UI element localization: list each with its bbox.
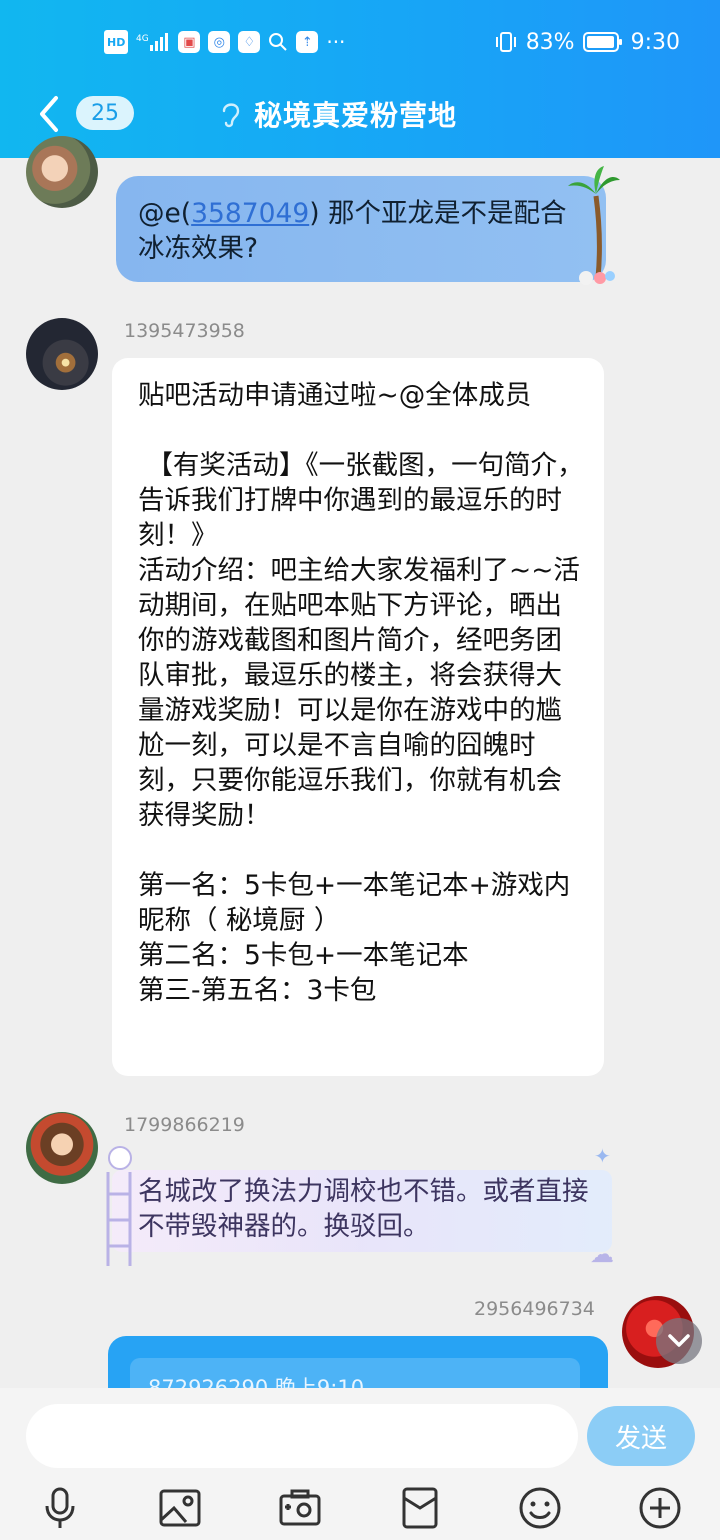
red-packet-icon — [402, 1487, 438, 1529]
sender-id: 1395473958 — [124, 320, 245, 342]
cloud-decoration-icon: ☁ — [590, 1240, 614, 1268]
image-button[interactable] — [156, 1484, 204, 1532]
message-input[interactable] — [26, 1404, 578, 1468]
microphone-icon — [45, 1487, 75, 1528]
camera-button[interactable] — [276, 1484, 324, 1532]
sender-id: 2956496734 — [474, 1298, 595, 1320]
ladder-decoration-icon — [106, 1146, 132, 1266]
browser-app-icon: ◎ — [208, 31, 231, 53]
chat-header: HD 4G ▣ ◎ ♢ ⇡ ··· 83% 9:30 25 秘境真爱粉营地 — [0, 0, 720, 158]
input-toolbar — [0, 1480, 720, 1540]
avatar[interactable] — [26, 1112, 98, 1184]
message-bubble[interactable]: 贴吧活动申请通过啦~@全体成员 【有奖活动】《一张截图，一句简介，告诉我们打牌中… — [112, 358, 604, 1076]
message-text-prefix: @e( — [138, 198, 192, 229]
more-button[interactable] — [636, 1484, 684, 1532]
vibrate-icon — [494, 31, 518, 53]
red-packet-button[interactable] — [396, 1484, 444, 1532]
nav-bar: 25 秘境真爱粉营地 — [0, 78, 720, 150]
chevron-left-icon — [40, 96, 58, 132]
palm-tree-decoration-icon — [568, 166, 620, 285]
more-notifications-icon: ··· — [326, 30, 346, 54]
voice-button[interactable] — [36, 1484, 84, 1532]
avatar[interactable] — [26, 136, 98, 208]
search-app-icon — [268, 31, 288, 53]
status-left: HD 4G ▣ ◎ ♢ ⇡ ··· — [104, 22, 345, 62]
upload-app-icon: ⇡ — [296, 31, 319, 53]
send-button[interactable]: 发送 — [587, 1406, 695, 1466]
network-type-label: 4G — [136, 34, 149, 44]
input-bar: 发送 — [0, 1388, 720, 1540]
avatar[interactable] — [26, 318, 98, 390]
message-bubble[interactable]: 名城改了换法力调校也不错。或者直接不带毁神器的。换驳回。 — [112, 1170, 612, 1252]
emoji-button[interactable] — [516, 1484, 564, 1532]
signal-icon: 4G — [136, 31, 170, 53]
message-bubble[interactable]: @e(3587049) 那个亚龙是不是配合冰冻效果? — [116, 176, 606, 282]
back-button[interactable] — [30, 92, 70, 136]
chevron-down-icon — [668, 1334, 690, 1347]
hd-icon: HD — [104, 30, 129, 54]
sender-id: 1799866219 — [124, 1114, 245, 1136]
status-bar: HD 4G ▣ ◎ ♢ ⇡ ··· 83% 9:30 — [0, 22, 720, 62]
book-app-icon: ▣ — [178, 31, 201, 53]
clock-time: 9:30 — [630, 29, 680, 55]
chat-title-wrap[interactable]: 秘境真爱粉营地 — [218, 92, 457, 136]
scroll-to-bottom-button[interactable] — [656, 1318, 702, 1364]
star-decoration-icon: ✦ — [594, 1144, 611, 1168]
plus-icon — [639, 1487, 681, 1529]
status-right: 83% 9:30 — [494, 22, 680, 62]
ear-icon — [222, 103, 240, 128]
battery-percent: 83% — [525, 29, 575, 55]
camera-icon — [279, 1489, 321, 1526]
emoji-icon — [519, 1487, 561, 1529]
mention-link[interactable]: 3587049 — [191, 198, 309, 229]
battery-icon — [582, 31, 623, 53]
unread-count-badge[interactable]: 25 — [76, 96, 134, 130]
image-icon — [159, 1489, 201, 1527]
bulb-app-icon: ♢ — [238, 31, 261, 53]
chat-title: 秘境真爱粉营地 — [254, 99, 458, 132]
